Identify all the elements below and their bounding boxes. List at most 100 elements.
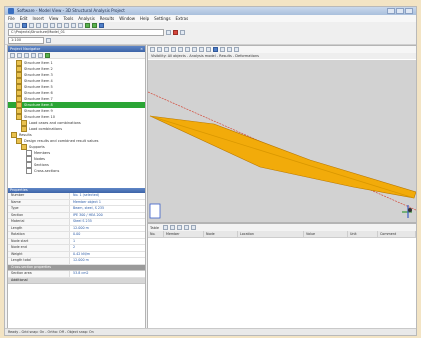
pan-icon[interactable] — [185, 47, 190, 52]
menu-item[interactable]: Analysis — [78, 16, 94, 21]
document-icon — [26, 168, 32, 174]
print-icon[interactable] — [29, 23, 34, 28]
view-z-icon[interactable] — [171, 47, 176, 52]
main-toolbar — [5, 22, 416, 29]
path-field[interactable]: C:\Projects\Structure\Model_01 — [8, 29, 164, 36]
rotate-icon[interactable] — [192, 47, 197, 52]
redo-icon[interactable] — [43, 23, 48, 28]
calculate-icon[interactable] — [85, 23, 90, 28]
menu-item[interactable]: Edit — [20, 16, 28, 21]
new-icon[interactable] — [8, 23, 13, 28]
property-value[interactable]: 2 — [70, 245, 145, 251]
sort-icon[interactable] — [38, 52, 43, 58]
undo-icon[interactable] — [36, 23, 41, 28]
wireframe-icon[interactable] — [206, 47, 211, 52]
folder-icon — [21, 126, 27, 132]
table-prev-icon[interactable] — [170, 225, 176, 230]
menu-item[interactable]: Insert — [32, 16, 43, 21]
status-bar: Ready - Grid snap: On - Ortho: Off - Obj… — [5, 328, 416, 335]
render-icon[interactable] — [199, 47, 204, 52]
tree-item-label: Members — [34, 151, 51, 155]
scale-field[interactable]: 1:100 — [8, 36, 44, 44]
property-value[interactable]: Beam, steel, S 235 — [70, 206, 145, 212]
tree-item-label: Structure Item 3 — [24, 73, 53, 77]
property-value[interactable]: 53.8 cm2 — [70, 271, 145, 277]
table-filter-icon[interactable] — [191, 225, 197, 230]
cut-icon[interactable] — [50, 23, 55, 28]
tree-item-label: Structure Item 2 — [24, 67, 53, 71]
table-first-icon[interactable] — [163, 225, 169, 230]
property-value[interactable]: Member object 1 — [70, 200, 145, 206]
open-icon[interactable] — [15, 23, 20, 28]
column-header[interactable]: Value — [304, 231, 348, 237]
menu-item[interactable]: Results — [100, 16, 114, 21]
navigator-tree: Structure Item 1 Structure Item 2 Structur… — [8, 59, 145, 188]
menu-item[interactable]: Tools — [63, 16, 73, 21]
tree-item[interactable]: Cross-sections — [8, 168, 145, 174]
add-icon[interactable] — [45, 52, 50, 58]
properties-category-2[interactable]: Additional — [8, 277, 145, 284]
property-value[interactable]: 1 — [70, 239, 145, 245]
capture-icon[interactable] — [234, 47, 239, 52]
column-header[interactable]: No. — [148, 231, 164, 237]
property-value[interactable]: 0.00 — [70, 232, 145, 238]
table-next-icon[interactable] — [177, 225, 183, 230]
minimize-button[interactable] — [387, 8, 395, 14]
table-header-row: No. Member Node Location Value Unit Comm… — [148, 231, 416, 238]
measure-icon[interactable] — [227, 47, 232, 52]
menu-item[interactable]: Help — [140, 16, 149, 21]
column-header[interactable]: Unit — [348, 231, 378, 237]
window-title: Software - Model View - 3D Structural An… — [17, 8, 125, 13]
property-value[interactable]: IPE 300 / HEA 200 — [70, 213, 145, 219]
view-y-icon[interactable] — [164, 47, 169, 52]
property-value[interactable]: No. 1 (selected) — [70, 193, 145, 199]
copy-icon[interactable] — [57, 23, 62, 28]
browse-icon[interactable] — [166, 30, 171, 35]
view-x-icon[interactable] — [157, 47, 162, 52]
3d-viewport[interactable] — [148, 60, 416, 222]
property-value[interactable]: 12.000 m — [70, 226, 145, 232]
tree-item-label: Structure Item 5 — [24, 85, 53, 89]
view-iso-icon[interactable] — [150, 47, 155, 52]
property-value[interactable]: Steel S 235 — [70, 219, 145, 225]
table-export-icon[interactable] — [184, 225, 190, 230]
collapse-icon[interactable] — [17, 52, 22, 58]
property-value[interactable]: 0.42 kN/m — [70, 252, 145, 258]
results-icon[interactable] — [99, 23, 104, 28]
navigator-toolbar — [8, 52, 145, 59]
column-header[interactable]: Comment — [378, 231, 416, 237]
menu-item[interactable]: Extras — [176, 16, 189, 21]
view-cube[interactable] — [149, 203, 161, 219]
properties-title: Properties — [10, 188, 28, 192]
navigator-title: Project Navigator — [10, 47, 41, 51]
property-value[interactable]: 12.000 m — [70, 258, 145, 264]
column-header[interactable]: Node — [204, 231, 238, 237]
section-icon[interactable] — [220, 47, 225, 52]
stop-icon[interactable] — [173, 30, 178, 35]
paste-icon[interactable] — [64, 23, 69, 28]
close-pane-icon[interactable]: × — [140, 46, 143, 52]
run-icon[interactable] — [92, 23, 97, 28]
column-header[interactable]: Member — [164, 231, 204, 237]
folder-icon[interactable] — [24, 52, 29, 58]
zoom-all-icon[interactable] — [178, 47, 183, 52]
scale-dropdown-icon[interactable] — [46, 37, 51, 43]
maximize-button[interactable] — [396, 8, 404, 14]
tree-item-label: Load cases and combinations — [29, 121, 81, 125]
window-controls — [387, 8, 413, 14]
menu-item[interactable]: Settings — [154, 16, 170, 21]
save-icon[interactable] — [22, 23, 27, 28]
property-key: Section area — [8, 271, 70, 277]
menu-item[interactable]: File — [8, 16, 15, 21]
select-icon[interactable] — [78, 23, 83, 28]
column-header[interactable]: Location — [238, 231, 304, 237]
display-icon[interactable] — [213, 47, 218, 52]
refresh-icon[interactable] — [180, 30, 185, 35]
close-button[interactable] — [405, 8, 413, 14]
menu-item[interactable]: View — [49, 16, 59, 21]
support-node[interactable] — [408, 208, 412, 212]
zoom-icon[interactable] — [71, 23, 76, 28]
filter-icon[interactable] — [31, 52, 36, 58]
menu-item[interactable]: Window — [119, 16, 135, 21]
expand-icon[interactable] — [10, 52, 15, 58]
